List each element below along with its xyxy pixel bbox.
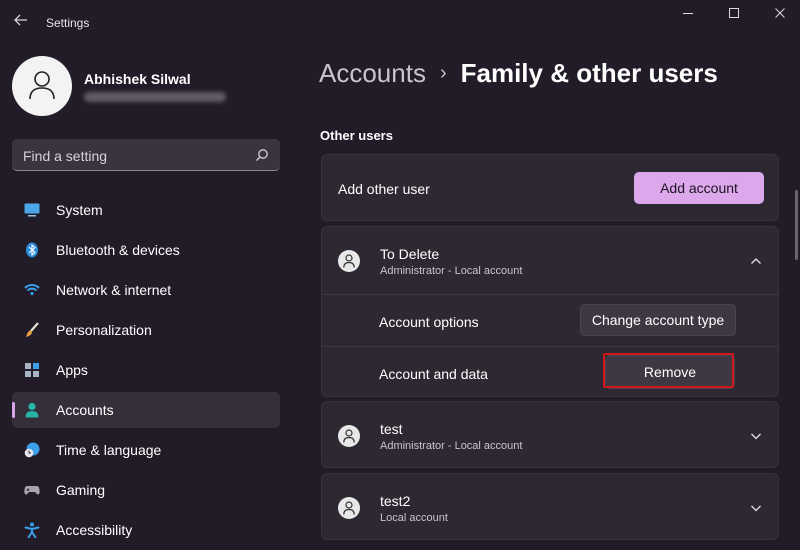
monitor-icon: [24, 203, 40, 217]
avatar: [338, 425, 360, 447]
account-card-to-delete: To Delete Administrator - Local account …: [321, 226, 779, 397]
sidebar-item-accessibility[interactable]: Accessibility: [12, 512, 280, 548]
person-icon: [343, 429, 355, 443]
account-name: test2: [380, 493, 411, 509]
title-bar: Settings: [0, 0, 800, 44]
chevron-up-icon[interactable]: [750, 255, 762, 267]
sidebar-item-label: Network & internet: [56, 282, 172, 298]
chevron-down-icon[interactable]: [750, 502, 762, 514]
scrollbar[interactable]: [795, 190, 798, 260]
sidebar-item-apps[interactable]: Apps: [12, 352, 280, 388]
maximize-icon: [729, 8, 739, 18]
account-card-test[interactable]: test Administrator - Local account: [321, 401, 779, 468]
minimize-button[interactable]: [678, 6, 698, 24]
account-card-test2[interactable]: test2 Local account: [321, 473, 779, 540]
sidebar-item-personalization[interactable]: Personalization: [12, 312, 280, 348]
account-type: Local account: [380, 512, 448, 524]
search-icon: [256, 149, 268, 161]
breadcrumb-separator-icon: ›: [439, 62, 447, 84]
sidebar-item-gaming[interactable]: Gaming: [12, 472, 280, 508]
avatar: [338, 497, 360, 519]
avatar: [338, 250, 360, 272]
back-button[interactable]: [10, 12, 32, 32]
sidebar-item-label: Bluetooth & devices: [56, 242, 180, 258]
breadcrumb-parent[interactable]: Accounts: [319, 58, 426, 88]
account-and-data-label: Account and data: [379, 366, 488, 382]
avatar: [12, 56, 72, 116]
back-arrow-icon: [14, 14, 27, 26]
search-placeholder: Find a setting: [23, 148, 108, 164]
user-email-blurred: [84, 92, 226, 102]
user-profile[interactable]: Abhishek Silwal: [12, 56, 292, 118]
person-icon: [25, 402, 39, 418]
sidebar-item-label: System: [56, 202, 103, 218]
brush-icon: [26, 322, 39, 337]
close-icon: [775, 8, 785, 18]
minimize-icon: [683, 13, 693, 14]
account-name: test: [380, 421, 403, 437]
maximize-button[interactable]: [724, 6, 744, 24]
sidebar-item-bluetooth[interactable]: Bluetooth & devices: [12, 232, 280, 268]
sidebar-item-accounts[interactable]: Accounts: [12, 392, 280, 428]
remove-button[interactable]: Remove: [605, 355, 735, 389]
sidebar-item-time-language[interactable]: Time & language: [12, 432, 280, 468]
clock-globe-icon: [24, 442, 40, 458]
section-title: Other users: [320, 128, 393, 143]
add-account-button[interactable]: Add account: [634, 172, 764, 204]
account-type: Administrator - Local account: [380, 440, 523, 452]
add-other-user-label: Add other user: [338, 181, 430, 197]
apps-icon: [25, 363, 39, 377]
account-options-label: Account options: [379, 314, 479, 330]
sidebar-item-label: Accessibility: [56, 522, 133, 538]
account-options-row: Account options Change account type: [322, 294, 778, 346]
person-icon: [343, 501, 355, 515]
sidebar-item-label: Time & language: [56, 442, 162, 458]
sidebar-item-system[interactable]: System: [12, 192, 280, 228]
account-and-data-row: Account and data Remove: [322, 346, 778, 396]
breadcrumb: Accounts › Family & other users: [319, 58, 718, 92]
search-input[interactable]: Find a setting: [12, 139, 280, 171]
account-name: To Delete: [380, 246, 440, 262]
sidebar-item-label: Accounts: [56, 402, 114, 418]
app-title: Settings: [46, 16, 90, 30]
sidebar-item-label: Gaming: [56, 482, 106, 498]
bluetooth-icon: [26, 242, 38, 258]
sidebar-item-label: Apps: [56, 362, 88, 378]
close-button[interactable]: [770, 6, 790, 24]
user-name: Abhishek Silwal: [84, 71, 191, 87]
person-icon: [29, 71, 55, 100]
account-header[interactable]: To Delete Administrator - Local account: [322, 227, 778, 295]
sidebar-item-label: Personalization: [56, 322, 152, 338]
gamepad-icon: [24, 486, 40, 495]
chevron-down-icon[interactable]: [750, 430, 762, 442]
add-other-user-card: Add other user Add account: [321, 154, 779, 221]
change-account-type-button[interactable]: Change account type: [580, 304, 736, 336]
wifi-icon: [24, 284, 40, 296]
sidebar-nav: System Bluetooth & devices Network & int…: [12, 192, 280, 550]
person-icon: [343, 254, 355, 268]
accessibility-icon: [24, 522, 40, 538]
page-title: Family & other users: [460, 58, 718, 88]
sidebar-item-network[interactable]: Network & internet: [12, 272, 280, 308]
account-type: Administrator - Local account: [380, 265, 523, 277]
